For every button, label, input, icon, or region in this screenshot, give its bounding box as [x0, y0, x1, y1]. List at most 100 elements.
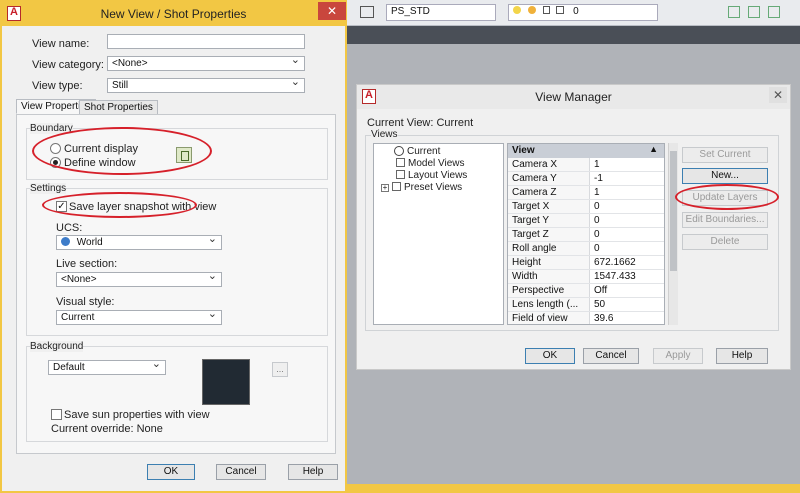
property-value[interactable]: 1547.433	[590, 270, 664, 283]
save-layer-snapshot-label: Save layer snapshot with view	[69, 201, 217, 213]
property-key: Field of view	[508, 312, 590, 324]
view-type-dropdown[interactable]: Still	[107, 76, 305, 93]
table-row[interactable]: Roll angle 0	[508, 242, 664, 256]
close-button[interactable]: ✕	[318, 2, 346, 20]
apply-button[interactable]: Apply	[653, 348, 703, 364]
toolbar-icon-3[interactable]	[768, 6, 780, 18]
table-row[interactable]: Camera Z1	[508, 186, 664, 200]
table-row[interactable]: Field of view 39.6	[508, 312, 664, 324]
edit-boundaries-button[interactable]: Edit Boundaries...	[682, 212, 768, 228]
tree-item-layout-views-label: Layout Views	[408, 170, 468, 181]
property-value[interactable]: 0	[590, 200, 664, 213]
define-window-radio[interactable]	[50, 157, 61, 168]
save-layer-snapshot-checkbox[interactable]: ✓	[56, 201, 67, 212]
ok-button[interactable]: OK	[525, 348, 575, 364]
tree-item-layout-views[interactable]: Layout Views	[396, 170, 467, 181]
property-key: Height	[508, 256, 590, 269]
define-view-window-button[interactable]	[176, 147, 192, 163]
ucs-value: World	[76, 237, 103, 248]
cancel-button[interactable]: Cancel	[583, 348, 639, 364]
views-label: Views	[371, 129, 398, 140]
grid-header: View ▲	[508, 144, 664, 158]
view-category-dropdown[interactable]: <None>	[107, 54, 305, 71]
visual-style-label: Visual style:	[56, 296, 115, 308]
background-ellipsis-button[interactable]: ...	[272, 362, 288, 377]
view-properties-grid: View ▲ Camera X 1 Camera Y -1 Camera Z 1 Targe…	[507, 143, 665, 325]
view-name-label: View name:	[32, 38, 90, 50]
view-folder-icon	[392, 182, 401, 191]
view-category-value: <None>	[112, 58, 148, 69]
background-type-dropdown[interactable]: Default	[48, 358, 166, 375]
table-row[interactable]: Width 1547.433	[508, 270, 664, 284]
tree-item-preset-views-label: Preset Views	[404, 182, 463, 193]
live-section-dropdown[interactable]: <None>	[56, 270, 222, 287]
update-layers-button[interactable]: Update Layers	[682, 190, 768, 206]
collapse-icon[interactable]: ▲	[649, 144, 658, 154]
current-display-label: Current display	[64, 143, 138, 155]
view-folder-icon	[396, 170, 405, 179]
tree-item-current[interactable]: Current	[394, 146, 440, 157]
autocad-status-strip	[346, 484, 800, 493]
scrollbar-thumb[interactable]	[670, 151, 677, 271]
property-key: Perspective	[508, 284, 590, 297]
visual-style-dropdown[interactable]: Current	[56, 308, 222, 325]
tab-shot-properties[interactable]: Shot Properties	[79, 100, 158, 115]
table-row[interactable]: Camera Y -1	[508, 172, 664, 186]
help-button[interactable]: Help	[288, 464, 338, 480]
property-value[interactable]: 0	[590, 214, 664, 227]
new-button[interactable]: New...	[682, 168, 768, 184]
define-window-label: Define window	[64, 157, 136, 169]
toolbar-icon-2[interactable]	[748, 6, 760, 18]
property-value[interactable]: 1	[590, 186, 664, 199]
visual-style-value: Current	[61, 312, 95, 323]
property-value[interactable]: -1	[590, 172, 664, 185]
background-preview-swatch	[202, 359, 250, 405]
live-section-label: Live section:	[56, 258, 118, 270]
settings-title: Settings	[30, 183, 67, 194]
ucs-dropdown[interactable]: World	[56, 233, 222, 250]
property-key: Camera X	[508, 158, 590, 171]
table-row[interactable]: Target X0	[508, 200, 664, 214]
table-row[interactable]: Target Y0	[508, 214, 664, 228]
ok-button[interactable]: OK	[147, 464, 195, 480]
tree-item-preset-views[interactable]: + Preset Views	[381, 182, 462, 193]
table-row[interactable]: Camera X1	[508, 158, 664, 172]
tree-item-model-views[interactable]: Model Views	[396, 158, 465, 169]
table-row[interactable]: Target Z0	[508, 228, 664, 242]
grid-header-label: View	[512, 145, 535, 156]
layer-dropdown[interactable]: PS_STD	[386, 4, 496, 21]
property-key: Roll angle	[508, 242, 590, 255]
layer-state-dropdown[interactable]: 0	[508, 4, 658, 21]
property-value[interactable]: 1	[590, 158, 664, 171]
layer-dropdown-value: PS_STD	[391, 6, 430, 17]
tree-expander[interactable]: +	[381, 184, 389, 192]
table-row[interactable]: Height 672.1662	[508, 256, 664, 270]
color-swatch-icon	[556, 6, 565, 14]
cancel-button[interactable]: Cancel	[216, 464, 266, 480]
property-value[interactable]: Off	[590, 284, 664, 297]
view-manager-dialog: View Manager ✕ Current View: Current Vie…	[356, 84, 791, 370]
toolbar-icon-1[interactable]	[728, 6, 740, 18]
view-manager-title: View Manager	[535, 90, 612, 104]
grid-rows: Camera X 1 Camera Y -1 Camera Z 1 Target X 0 Tar…	[508, 158, 664, 324]
property-value[interactable]: 0	[590, 228, 664, 241]
delete-button[interactable]: Delete	[682, 234, 768, 250]
help-button[interactable]: Help	[716, 348, 768, 364]
boundary-title: Boundary	[30, 123, 73, 134]
grid-scrollbar[interactable]	[668, 143, 678, 325]
property-value[interactable]: 39.6	[590, 312, 664, 324]
save-sun-checkbox[interactable]	[51, 409, 62, 420]
set-current-button[interactable]: Set Current	[682, 147, 768, 163]
table-row[interactable]: Perspective Off	[508, 284, 664, 298]
property-key: Camera Z	[508, 186, 590, 199]
current-display-radio[interactable]	[50, 143, 61, 154]
property-value[interactable]: 672.1662	[590, 256, 664, 269]
property-value[interactable]: 50	[590, 298, 664, 311]
property-value[interactable]: 0	[590, 242, 664, 255]
current-view-label: Current View: Current	[367, 117, 474, 129]
save-sun-label: Save sun properties with view	[64, 409, 210, 421]
view-name-input[interactable]	[107, 34, 305, 49]
layer-icon	[360, 6, 374, 18]
close-button[interactable]: ✕	[769, 87, 787, 103]
table-row[interactable]: Lens length (... 50	[508, 298, 664, 312]
